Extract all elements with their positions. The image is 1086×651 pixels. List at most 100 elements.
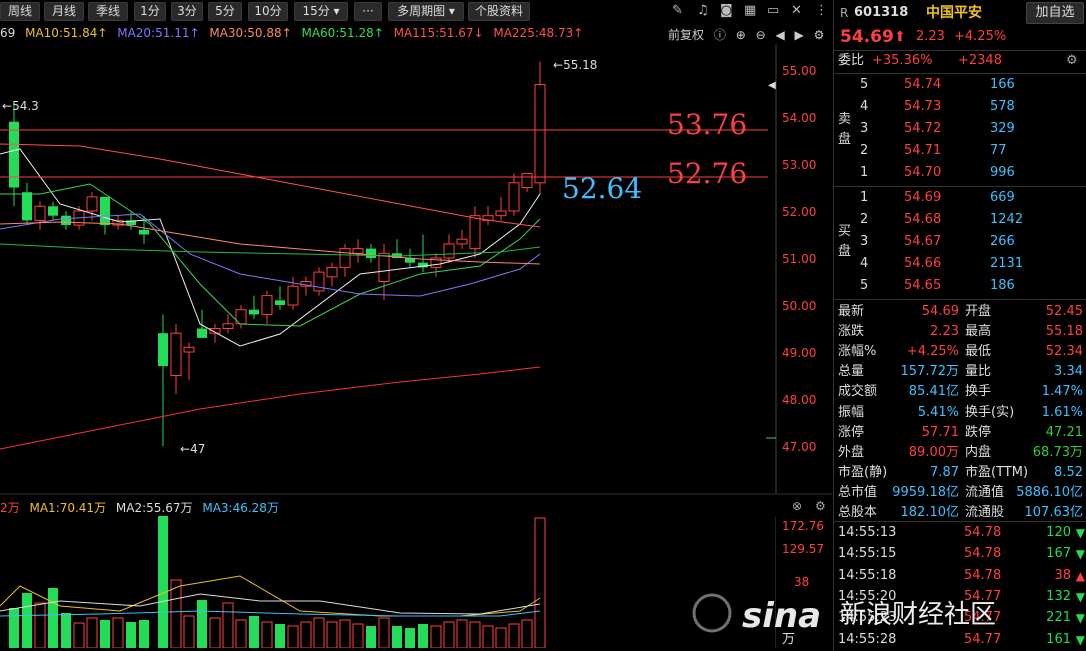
period-toolbar: 周线 月线 季线 1分 3分 5分 10分 15分 ▾ ··· 多周期图 ▾ 个… bbox=[0, 0, 832, 24]
level-price: 54.66 bbox=[904, 256, 942, 271]
menu-icon[interactable]: ⋮ bbox=[815, 3, 828, 18]
price-tick: 55.00 bbox=[782, 64, 817, 78]
vol-ma1: MA1:70.41万 bbox=[29, 501, 107, 515]
level-num: 3 bbox=[860, 121, 869, 136]
down-arrow-icon: ▼ bbox=[1075, 547, 1085, 562]
left-icon[interactable]: ◀ bbox=[775, 28, 784, 42]
btn-more[interactable]: ··· bbox=[354, 2, 382, 21]
current-price: 54.69 bbox=[840, 27, 894, 47]
candle-body bbox=[534, 84, 546, 184]
stock-name: 中国平安 bbox=[926, 5, 982, 21]
watermark: sina 新浪财经社区 bbox=[692, 593, 996, 636]
buy-level-row[interactable]: 4 54.66 2131 bbox=[834, 253, 1086, 275]
price-tick: 52.00 bbox=[782, 205, 817, 219]
sell-level-row[interactable]: 4 54.73 578 bbox=[834, 96, 1086, 118]
watermark-brand: sina bbox=[742, 596, 821, 636]
btn-multi-period[interactable]: 多周期图 ▾ bbox=[388, 2, 464, 21]
volume-chart[interactable] bbox=[0, 516, 776, 648]
weibi-diff: +2348 bbox=[958, 53, 1002, 68]
price-tick: 49.00 bbox=[782, 346, 817, 360]
fuquan-button[interactable]: 前复权 bbox=[668, 28, 704, 42]
candle-body bbox=[339, 248, 351, 268]
stat-row: 最新 54.69 开盘 52.45 bbox=[838, 304, 1083, 319]
settings-icon[interactable]: ⚙ bbox=[1066, 50, 1078, 72]
candle-body bbox=[469, 215, 481, 250]
candle-body bbox=[197, 328, 207, 338]
candle-body bbox=[287, 285, 299, 306]
level-num: 2 bbox=[860, 212, 869, 227]
help-icon[interactable]: ⓘ bbox=[714, 28, 726, 42]
close-icon[interactable]: ✕ bbox=[791, 3, 802, 18]
btn-15min-dropdown[interactable]: 15分 ▾ bbox=[294, 2, 348, 21]
volume-bar bbox=[508, 623, 520, 648]
sell-level-row[interactable]: 2 54.71 77 bbox=[834, 140, 1086, 162]
level-num: 1 bbox=[860, 165, 869, 180]
tick-row: 14:55:13 54.78 120 ▼ bbox=[834, 522, 1086, 543]
buy-level-row[interactable]: 3 54.67 266 bbox=[834, 231, 1086, 253]
grid-icon[interactable]: ▦ bbox=[744, 3, 756, 18]
btn-3min[interactable]: 3分 bbox=[171, 2, 203, 21]
vol-tick-2: 129.57 bbox=[782, 542, 824, 556]
buy-level-row[interactable]: 5 54.65 186 bbox=[834, 275, 1086, 297]
stat-row: 涨跌 2.23 最高 55.18 bbox=[838, 324, 1083, 340]
btn-stock-info[interactable]: 个股资料 bbox=[468, 2, 530, 21]
candle-body bbox=[261, 295, 273, 315]
bell-icon[interactable]: ♫ bbox=[697, 3, 709, 18]
buy-level-row[interactable]: 2 54.68 1242 bbox=[834, 209, 1086, 231]
price-tick: 54.00 bbox=[782, 111, 817, 125]
ma10-label: MA10:51.84↑ bbox=[25, 26, 108, 40]
btn-5min[interactable]: 5分 bbox=[208, 2, 242, 21]
level-price: 54.67 bbox=[904, 234, 942, 249]
volume-bar bbox=[430, 625, 442, 648]
volume-bar bbox=[366, 626, 376, 648]
ma-legend: 69 MA10:51.84↑ MA20:51.11↑ MA30:50.88↑ M… bbox=[0, 26, 589, 42]
zoom-in-icon[interactable]: ⊕ bbox=[736, 28, 746, 42]
volume-ma-line bbox=[0, 575, 541, 617]
btn-1min[interactable]: 1分 bbox=[134, 2, 166, 21]
candle-body bbox=[100, 196, 110, 226]
volume-bar bbox=[222, 602, 234, 648]
volume-bar bbox=[139, 620, 149, 648]
zoom-out-icon[interactable]: ⊖ bbox=[756, 28, 766, 42]
level-price: 54.68 bbox=[904, 212, 942, 227]
level-volume: 329 bbox=[990, 121, 1015, 136]
volume-bar bbox=[456, 619, 468, 648]
level-price: 54.72 bbox=[904, 121, 942, 136]
sell-level-row[interactable]: 5 54.74 166 bbox=[834, 74, 1086, 96]
sell-label: 卖盘 bbox=[838, 112, 852, 147]
right-icon[interactable]: ▶ bbox=[795, 28, 804, 42]
volume-settings-icon[interactable]: ⚙ bbox=[815, 499, 826, 513]
level-price: 54.74 bbox=[904, 77, 942, 92]
btn-quarter[interactable]: 季线 bbox=[88, 2, 128, 21]
level-volume: 166 bbox=[990, 77, 1015, 92]
camera-icon[interactable]: ◙ bbox=[720, 3, 733, 18]
level-num: 2 bbox=[860, 143, 869, 158]
vol-tick-1: 172.76 bbox=[782, 519, 824, 533]
candle-body bbox=[508, 182, 520, 212]
btn-month[interactable]: 月线 bbox=[44, 2, 84, 21]
btn-10min[interactable]: 10分 bbox=[248, 2, 288, 21]
volume-bar bbox=[326, 621, 338, 648]
btn-week[interactable]: 周线 bbox=[0, 2, 40, 21]
chart-controls: 前复权 ⓘ ⊕ ⊖ ◀ ▶ ⚙ bbox=[668, 26, 830, 43]
volume-close-icon[interactable]: ⊗ bbox=[792, 499, 802, 513]
candle-body bbox=[352, 248, 364, 254]
candle-body bbox=[86, 196, 98, 212]
candle-body bbox=[249, 309, 259, 315]
candle-body bbox=[495, 210, 507, 217]
market-badge: R bbox=[840, 6, 849, 20]
candle-body bbox=[48, 206, 58, 216]
add-watchlist-button[interactable]: 加自选 bbox=[1026, 2, 1084, 24]
sell-level-row[interactable]: 3 54.72 329 bbox=[834, 118, 1086, 140]
price-tick: 50.00 bbox=[782, 299, 817, 313]
edit-icon[interactable]: ✎ bbox=[672, 3, 683, 18]
volume-bar bbox=[126, 622, 136, 648]
buy-level-row[interactable]: 1 54.69 669 bbox=[834, 187, 1086, 209]
tick-row: 14:55:18 54.78 38 ▲ bbox=[834, 565, 1086, 586]
settings-icon[interactable]: ⚙ bbox=[814, 28, 825, 42]
vol-ma3: MA3:46.28万 bbox=[202, 501, 279, 515]
volume-bar bbox=[352, 623, 364, 648]
window-icon[interactable]: ▭ bbox=[767, 3, 779, 18]
sell-level-row[interactable]: 1 54.70 996 bbox=[834, 162, 1086, 184]
volume-bar bbox=[418, 624, 428, 648]
